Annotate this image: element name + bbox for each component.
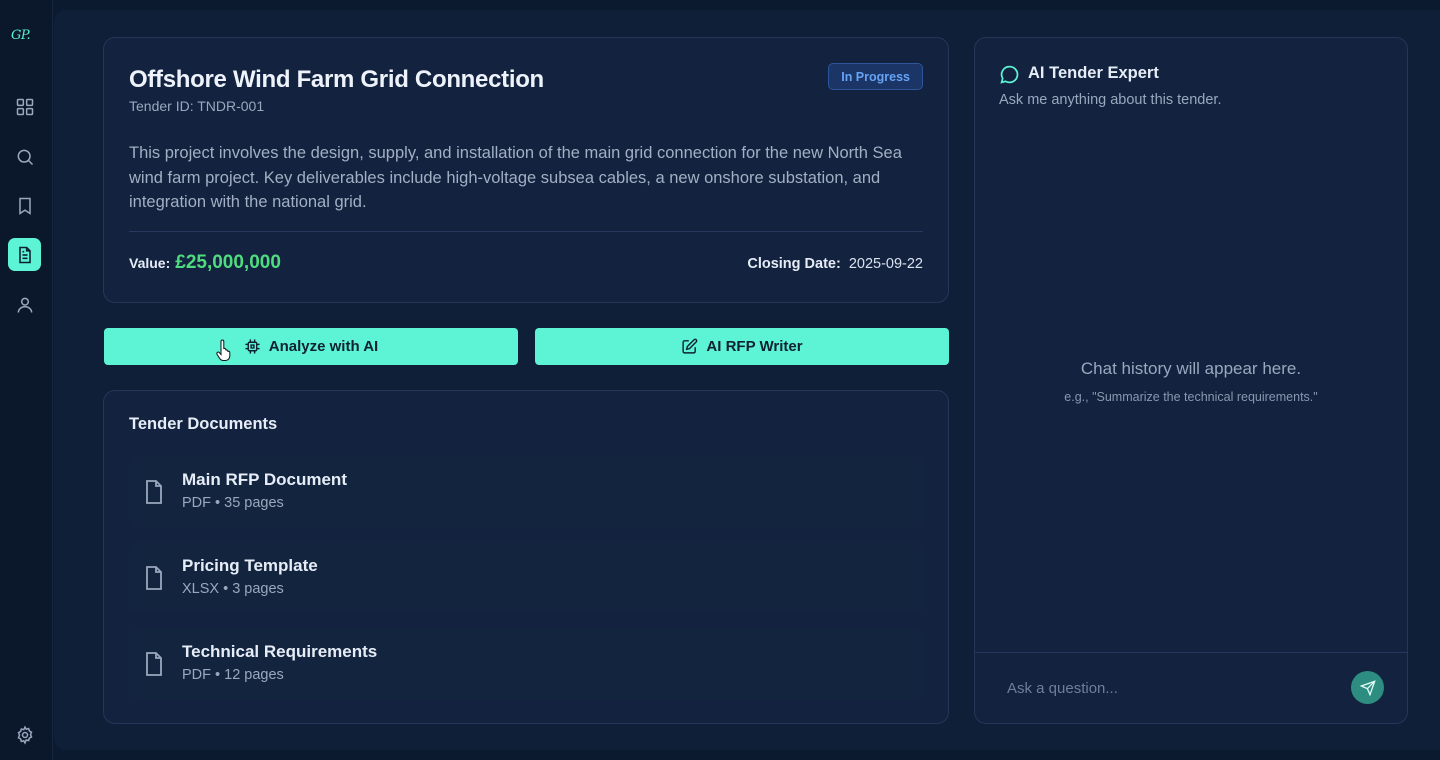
sidebar-item-saved[interactable] — [8, 189, 41, 222]
file-icon — [146, 652, 162, 676]
edit-icon — [682, 338, 698, 354]
hand-cursor-icon — [216, 339, 231, 361]
grid-icon — [16, 98, 33, 115]
analyze-with-ai-button[interactable]: Analyze with AI — [104, 328, 518, 365]
document-name: Pricing Template — [182, 556, 318, 575]
tender-value: Value: £25,000,000 — [129, 252, 281, 274]
value-amount: £25,000,000 — [175, 252, 281, 273]
rfp-button-label: AI RFP Writer — [706, 338, 803, 355]
closing-date-value: 2025-09-22 — [848, 256, 923, 272]
closing-date: Closing Date: 2025-09-22 — [747, 256, 923, 272]
chat-bubble-icon — [1000, 65, 1019, 84]
file-icon — [146, 566, 162, 590]
sidebar-item-dashboard[interactable] — [8, 90, 41, 123]
gear-icon — [17, 724, 32, 745]
chat-title: AI Tender Expert — [1028, 64, 1159, 82]
tender-id: Tender ID: TNDR-001 — [129, 98, 265, 114]
document-icon — [18, 246, 31, 263]
search-icon — [17, 149, 33, 165]
sidebar-item-settings[interactable] — [8, 718, 41, 751]
chat-input-bar — [975, 652, 1407, 723]
analyze-button-label: Analyze with AI — [268, 338, 379, 355]
file-icon — [146, 480, 162, 504]
document-item[interactable]: Main RFP Document PDF • 35 pages — [129, 456, 925, 528]
tender-documents-card: Tender Documents Main RFP Document PDF •… — [103, 390, 949, 724]
cpu-icon — [245, 339, 260, 354]
sidebar-item-tenders[interactable] — [8, 238, 41, 271]
sidebar-item-search[interactable] — [8, 140, 41, 173]
tender-title: Offshore Wind Farm Grid Connection — [129, 66, 544, 93]
ai-chat-panel: AI Tender Expert Ask me anything about t… — [974, 37, 1408, 724]
sidebar-item-profile[interactable] — [8, 288, 41, 321]
document-meta: PDF • 35 pages — [182, 495, 284, 511]
value-label: Value: — [129, 255, 171, 271]
sidebar: GP. — [0, 0, 53, 760]
status-badge: In Progress — [828, 63, 923, 90]
chat-example-prompt: e.g., "Summarize the technical requireme… — [1064, 390, 1318, 404]
document-meta: XLSX • 3 pages — [182, 581, 284, 597]
tender-description: This project involves the design, supply… — [129, 144, 902, 211]
documents-title: Tender Documents — [129, 415, 278, 433]
user-icon — [17, 297, 32, 313]
divider — [129, 231, 923, 232]
document-name: Technical Requirements — [182, 642, 378, 661]
chat-input[interactable] — [995, 670, 1345, 706]
tender-summary-card: Offshore Wind Farm Grid Connection Tende… — [103, 37, 949, 303]
document-meta: PDF • 12 pages — [182, 667, 284, 683]
send-button[interactable] — [1351, 671, 1384, 704]
chat-subtitle: Ask me anything about this tender. — [999, 92, 1222, 108]
document-item[interactable]: Technical Requirements PDF • 12 pages — [129, 628, 925, 700]
document-name: Main RFP Document — [182, 470, 347, 489]
send-icon — [1359, 679, 1376, 696]
chat-empty-state: Chat history will appear here. — [1080, 359, 1302, 378]
ai-rfp-writer-button[interactable]: AI RFP Writer — [535, 328, 949, 365]
bookmark-icon — [18, 197, 31, 215]
app-logo[interactable]: GP. — [11, 28, 41, 43]
document-item[interactable]: Pricing Template XLSX • 3 pages — [129, 542, 925, 614]
closing-date-label: Closing Date: — [747, 256, 841, 272]
